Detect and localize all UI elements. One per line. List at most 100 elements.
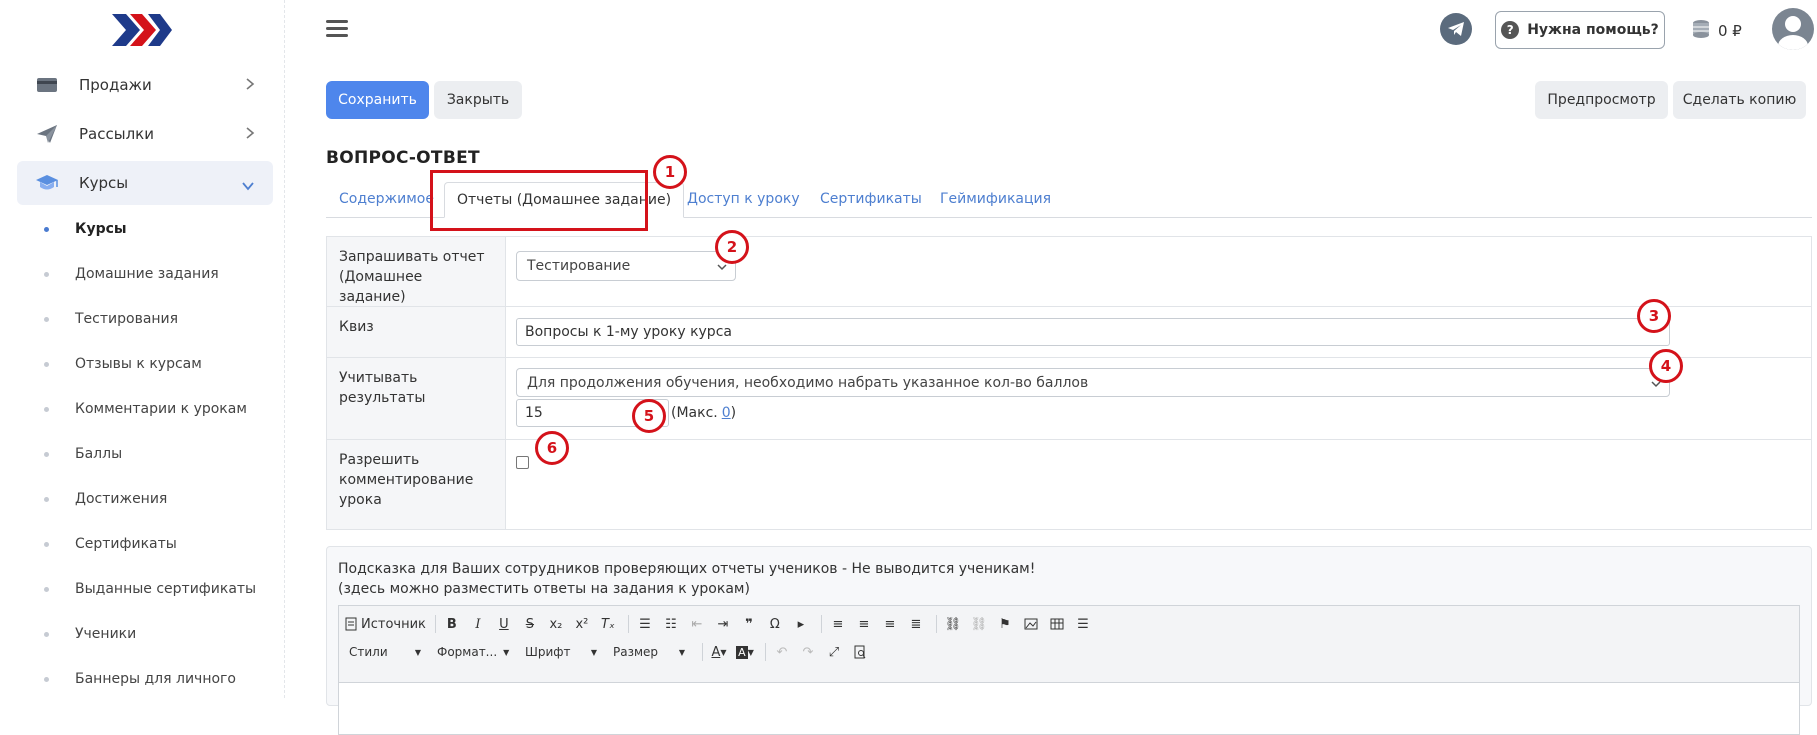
preview-document-icon[interactable] — [849, 641, 871, 663]
rich-text-editor: Источник B I U S x₂ x² Tₓ ☰ ☷ ⇤ ⇥ ❞ Ω ▸ … — [338, 605, 1800, 735]
quiz-field[interactable]: Вопросы к 1-му уроку курса — [516, 318, 1670, 346]
graduation-cap-icon — [35, 173, 59, 193]
caret-down-icon: ▼ — [590, 647, 597, 657]
annotation-marker-5: 5 — [632, 399, 666, 433]
blockquote-icon[interactable]: ❞ — [738, 613, 760, 635]
italic-icon[interactable]: I — [467, 613, 489, 635]
outdent-icon[interactable]: ⇤ — [686, 613, 708, 635]
reviewer-hint-panel: Подсказка для Ваших сотрудников проверяю… — [326, 546, 1812, 735]
menu-toggle-icon[interactable] — [326, 20, 348, 38]
comments-label: Разрешить комментирование урока — [327, 440, 506, 529]
numbered-list-icon[interactable]: ☰ — [634, 613, 656, 635]
annotation-marker-1: 1 — [653, 155, 687, 189]
div-container-icon[interactable]: ▸ — [790, 613, 812, 635]
sidebar-subitem-reviews[interactable]: Отзывы к курсам — [44, 356, 202, 372]
form-row-report: Запрашивать отчет (Домашнее задание) Тес… — [327, 237, 1811, 306]
font-dropdown[interactable]: Шрифт ▼ — [521, 641, 601, 663]
sidebar-item-label: Продажи — [79, 76, 152, 94]
logo[interactable] — [110, 10, 174, 50]
sidebar-item-courses[interactable]: Курсы — [17, 161, 273, 205]
allow-comments-checkbox[interactable] — [516, 456, 529, 469]
align-left-icon[interactable]: ≡ — [827, 613, 849, 635]
sidebar-subitem-points[interactable]: Баллы — [44, 446, 122, 462]
maximize-icon[interactable]: ⤢ — [823, 641, 845, 663]
bullet-icon — [44, 361, 49, 367]
underline-icon[interactable]: U — [493, 613, 515, 635]
max-score-link[interactable]: 0 — [722, 405, 731, 421]
table-icon[interactable] — [1046, 613, 1068, 635]
anchor-flag-icon[interactable]: ⚑ — [994, 613, 1016, 635]
tab-content[interactable]: Содержимое — [339, 191, 434, 207]
bullet-icon — [44, 271, 49, 277]
strikethrough-icon[interactable]: S — [519, 613, 541, 635]
editor-toolbar-row-2: Стили ▼ Формат... ▼ Шрифт ▼ Размер ▼ A ▼ A ▼ ↶… — [345, 640, 875, 664]
remove-format-icon[interactable]: Tₓ — [597, 613, 619, 635]
superscript-icon[interactable]: x² — [571, 613, 593, 635]
sidebar-item-mailings[interactable]: Рассылки — [17, 112, 273, 156]
make-copy-button[interactable]: Сделать копию — [1673, 81, 1806, 119]
chevron-right-icon — [245, 77, 255, 95]
bullet-icon — [44, 631, 49, 637]
save-button[interactable]: Сохранить — [326, 81, 429, 119]
sidebar-subitem-courses[interactable]: Курсы — [44, 221, 127, 237]
max-score-suffix: ) — [730, 405, 737, 421]
page-title: ВОПРОС-ОТВЕТ — [326, 148, 480, 168]
sidebar-subitem-homework[interactable]: Домашние задания — [44, 266, 219, 282]
bold-icon[interactable]: B — [441, 613, 463, 635]
sidebar-subitem-achievements[interactable]: Достижения — [44, 491, 167, 507]
help-button[interactable]: ? Нужна помощь? — [1495, 11, 1665, 49]
form-row-quiz: Квиз Вопросы к 1-му уроку курса — [327, 306, 1811, 357]
results-mode-select[interactable]: Для продолжения обучения, необходимо наб… — [516, 368, 1670, 397]
avatar[interactable] — [1772, 8, 1814, 50]
special-char-icon[interactable]: Ω — [764, 613, 786, 635]
align-justify-icon[interactable]: ≣ — [905, 613, 927, 635]
coins-icon — [1690, 18, 1712, 44]
tab-gamification[interactable]: Геймификация — [940, 191, 1051, 207]
sidebar-item-label: Рассылки — [79, 125, 154, 143]
caret-down-icon: ▼ — [414, 647, 421, 657]
sidebar: Продажи Рассылки Курсы Курсы Домашние за… — [0, 0, 285, 698]
editor-content-area[interactable] — [339, 682, 1799, 734]
align-right-icon[interactable]: ≡ — [879, 613, 901, 635]
sidebar-subitem-issued-certificates[interactable]: Выданные сертификаты — [44, 581, 256, 597]
tab-certificates[interactable]: Сертификаты — [820, 191, 922, 207]
question-icon: ? — [1501, 21, 1520, 39]
sidebar-subitem-banners[interactable]: Баннеры для личного — [44, 671, 236, 687]
bullet-icon — [44, 226, 49, 232]
indent-icon[interactable]: ⇥ — [712, 613, 734, 635]
sidebar-subitem-comments[interactable]: Комментарии к урокам — [44, 401, 247, 417]
report-label: Запрашивать отчет (Домашнее задание) — [327, 237, 506, 306]
tab-lesson-access[interactable]: Доступ к уроку — [687, 191, 800, 207]
close-button[interactable]: Закрыть — [434, 81, 522, 119]
styles-dropdown[interactable]: Стили ▼ — [345, 641, 425, 663]
preview-button[interactable]: Предпросмотр — [1535, 81, 1668, 119]
chevron-down-icon — [241, 177, 255, 195]
format-dropdown[interactable]: Формат... ▼ — [433, 641, 513, 663]
size-dropdown[interactable]: Размер ▼ — [609, 641, 689, 663]
sidebar-subitem-tests[interactable]: Тестирования — [44, 311, 178, 327]
link-icon[interactable]: ⛓ — [942, 613, 964, 635]
bullet-icon — [44, 316, 49, 322]
annotation-marker-2: 2 — [715, 230, 749, 264]
redo-icon[interactable]: ↷ — [797, 641, 819, 663]
background-color-icon[interactable]: A ▼ — [734, 641, 756, 663]
sidebar-item-sales[interactable]: Продажи — [17, 63, 273, 107]
bullet-icon — [44, 541, 49, 547]
unlink-icon[interactable]: ⛓ — [968, 613, 990, 635]
telegram-icon[interactable] — [1440, 13, 1472, 45]
text-color-icon[interactable]: A ▼ — [708, 641, 730, 663]
source-button[interactable]: Источник — [345, 613, 426, 635]
balance[interactable]: 0 ₽ — [1690, 18, 1742, 44]
undo-icon[interactable]: ↶ — [771, 641, 793, 663]
form-row-results: Учитывать результаты Для продолжения обу… — [327, 357, 1811, 439]
image-icon[interactable] — [1020, 613, 1042, 635]
hint-text: Подсказка для Ваших сотрудников проверяю… — [338, 561, 1036, 597]
align-center-icon[interactable]: ≡ — [853, 613, 875, 635]
sidebar-subitem-certificates[interactable]: Сертификаты — [44, 536, 177, 552]
bullet-icon — [44, 496, 49, 502]
report-type-select[interactable]: Тестирование — [516, 251, 736, 281]
sidebar-subitem-students[interactable]: Ученики — [44, 626, 136, 642]
horizontal-line-icon[interactable]: ☰ — [1072, 613, 1094, 635]
subscript-icon[interactable]: x₂ — [545, 613, 567, 635]
bulleted-list-icon[interactable]: ☷ — [660, 613, 682, 635]
